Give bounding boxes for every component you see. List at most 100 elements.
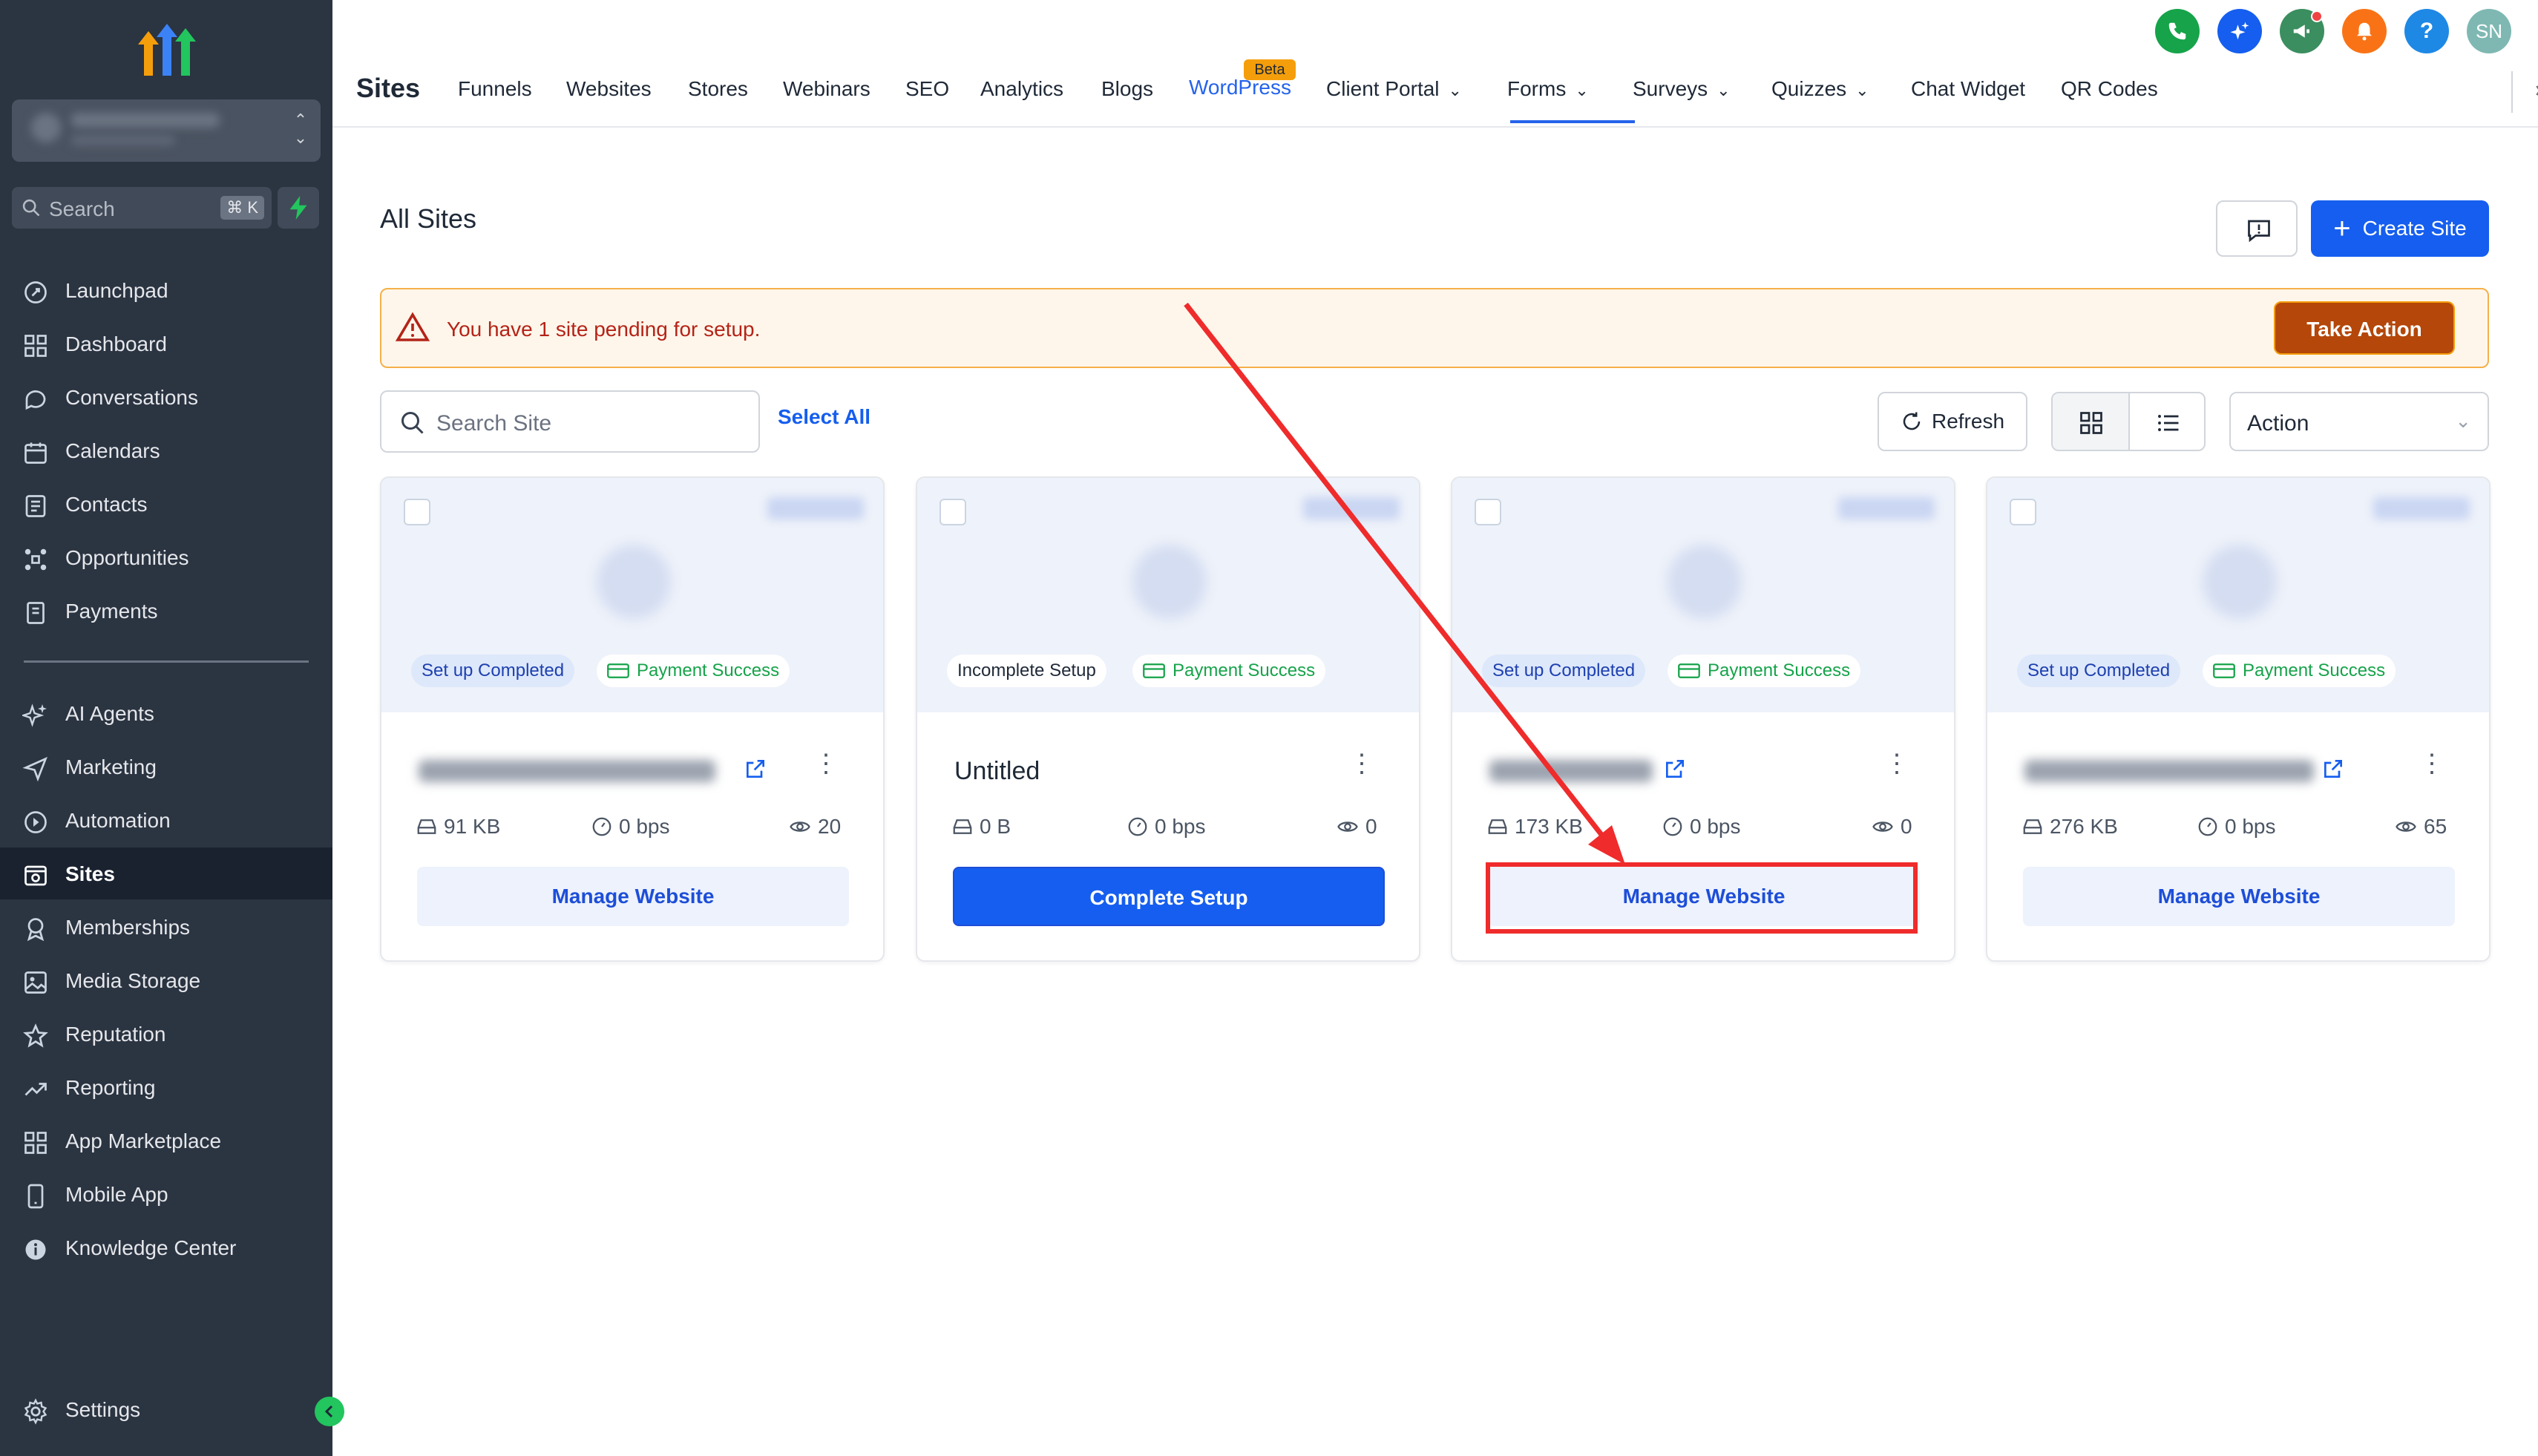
tab-funnels[interactable]: Funnels [458, 77, 532, 101]
wordpress-icon [1132, 545, 1207, 619]
gear-icon[interactable] [2534, 76, 2538, 105]
tab-stores[interactable]: Stores [688, 77, 748, 101]
gauge-icon [1663, 817, 1682, 836]
site-checkbox[interactable] [1475, 499, 1501, 525]
account-switcher[interactable]: ⌃ ⌄ [12, 99, 321, 162]
site-size-value: 91 KB [444, 815, 501, 838]
sidebar-item-media-storage[interactable]: Media Storage [0, 954, 332, 1006]
tab-blogs[interactable]: Blogs [1101, 77, 1153, 101]
grid-icon [24, 335, 47, 357]
tab-label: Surveys [1633, 77, 1708, 100]
manage-website-button[interactable]: Manage Website [417, 867, 849, 926]
complete-setup-button[interactable]: Complete Setup [953, 867, 1385, 926]
tab-analytics[interactable]: Analytics [980, 77, 1063, 101]
quick-actions-button[interactable] [278, 187, 319, 229]
sidebar-item-memberships[interactable]: Memberships [0, 901, 332, 953]
sidebar-item-sites[interactable]: Sites [0, 847, 332, 899]
site-views: 65 [2394, 815, 2447, 839]
sidebar-item-conversations[interactable]: Conversations [0, 371, 332, 423]
more-options-icon[interactable]: ⋮ [813, 751, 839, 776]
sidebar-search[interactable]: Search ⌘ K [12, 187, 272, 229]
site-views: 0 [1871, 815, 1912, 839]
chevron-down-icon: ⌄ [1716, 81, 1731, 99]
app-logo[interactable] [134, 19, 200, 76]
tab-label: Forms [1507, 77, 1567, 100]
site-title [419, 760, 715, 782]
collapse-sidebar-button[interactable] [315, 1397, 344, 1426]
phone-button[interactable] [2155, 9, 2200, 53]
tab-chat-widget[interactable]: Chat Widget [1911, 77, 2025, 101]
sidebar-item-label: Memberships [65, 916, 191, 939]
external-link-icon[interactable] [744, 757, 767, 781]
payment-status-badge: Payment Success [1668, 655, 1861, 687]
site-checkbox[interactable] [2010, 499, 2036, 525]
more-options-icon[interactable]: ⋮ [1349, 751, 1374, 776]
card-icon [1678, 663, 1700, 678]
select-all-link[interactable]: Select All [778, 405, 870, 429]
manage-website-button[interactable]: Manage Website [2023, 867, 2455, 926]
help-button[interactable]: ? [2404, 9, 2449, 53]
take-action-button[interactable]: Take Action [2274, 301, 2455, 355]
create-site-button[interactable]: + Create Site [2311, 200, 2489, 257]
sidebar-item-marketing[interactable]: Marketing [0, 741, 332, 793]
site-checkbox[interactable] [940, 499, 966, 525]
sidebar-item-mobile-app[interactable]: Mobile App [0, 1168, 332, 1220]
sidebar-item-label: Mobile App [65, 1183, 168, 1206]
sidebar-item-opportunities[interactable]: Opportunities [0, 531, 332, 583]
feedback-button[interactable] [2216, 200, 2298, 257]
payment-status-badge: Payment Success [597, 655, 790, 687]
action-dropdown[interactable]: Action ⌄ [2229, 392, 2489, 451]
external-link-icon[interactable] [1663, 757, 1687, 781]
site-search-input[interactable]: Search Site [380, 390, 760, 453]
announcements-button[interactable] [2280, 9, 2324, 53]
sidebar-item-knowledge-center[interactable]: Knowledge Center [0, 1221, 332, 1273]
image-icon [24, 971, 47, 994]
page-title: All Sites [380, 203, 477, 234]
sidebar-item-calendars[interactable]: Calendars [0, 424, 332, 476]
gauge-icon [1128, 817, 1147, 836]
eye-icon [2396, 822, 2416, 832]
more-options-icon[interactable]: ⋮ [1884, 751, 1909, 776]
sidebar-item-reporting[interactable]: Reporting [0, 1061, 332, 1113]
user-avatar[interactable]: SN [2467, 9, 2511, 53]
notifications-button[interactable] [2342, 9, 2387, 53]
sidebar-item-payments[interactable]: Payments [0, 585, 332, 637]
list-view-button[interactable] [2130, 393, 2204, 450]
site-thumbnail[interactable]: Incomplete Setup Payment Success [917, 478, 1419, 712]
sidebar-item-app-marketplace[interactable]: App Marketplace [0, 1115, 332, 1167]
opportunities-icon [24, 548, 47, 571]
site-checkbox[interactable] [404, 499, 430, 525]
tab-seo[interactable]: SEO [905, 77, 949, 101]
search-icon [22, 199, 40, 217]
ai-assistant-button[interactable] [2217, 9, 2262, 53]
tab-surveys[interactable]: Surveys ⌄ [1633, 77, 1731, 101]
sidebar-item-dashboard[interactable]: Dashboard [0, 318, 332, 370]
external-link-icon[interactable] [2321, 757, 2345, 781]
sidebar-item-reputation[interactable]: Reputation [0, 1008, 332, 1060]
tab-websites[interactable]: Websites [566, 77, 652, 101]
grid-view-button[interactable] [2053, 393, 2130, 450]
sidebar-item-launchpad[interactable]: Launchpad [0, 264, 332, 316]
site-size-value: 276 KB [2050, 815, 2118, 838]
site-card: Incomplete Setup Payment Success Untitle… [916, 476, 1420, 962]
apps-icon [24, 1132, 47, 1154]
site-thumbnail[interactable]: Set up Completed Payment Success [1452, 478, 1954, 712]
refresh-button[interactable]: Refresh [1878, 392, 2027, 451]
list-icon [2158, 415, 2179, 431]
site-thumbnail[interactable]: Set up Completed Payment Success [1987, 478, 2489, 712]
sidebar-item-settings[interactable]: Settings [0, 1383, 332, 1435]
site-views-value: 0 [1365, 815, 1377, 838]
tab-client-portal[interactable]: Client Portal ⌄ [1326, 77, 1462, 101]
tab-quizzes[interactable]: Quizzes ⌄ [1771, 77, 1869, 101]
tab-forms[interactable]: Forms ⌄ [1507, 77, 1589, 101]
sidebar-item-contacts[interactable]: Contacts [0, 478, 332, 530]
site-thumbnail[interactable]: Set up Completed Payment Success [381, 478, 883, 712]
card-icon [2213, 663, 2235, 678]
sidebar-item-label: Automation [65, 809, 171, 832]
tab-wordpress[interactable]: WordPress [1189, 76, 1291, 99]
tab-webinars[interactable]: Webinars [783, 77, 870, 101]
tab-qr-codes[interactable]: QR Codes [2061, 77, 2158, 101]
more-options-icon[interactable]: ⋮ [2419, 751, 2444, 776]
sidebar-item-automation[interactable]: Automation [0, 794, 332, 846]
sidebar-item-ai-agents[interactable]: AI Agents [0, 687, 332, 739]
